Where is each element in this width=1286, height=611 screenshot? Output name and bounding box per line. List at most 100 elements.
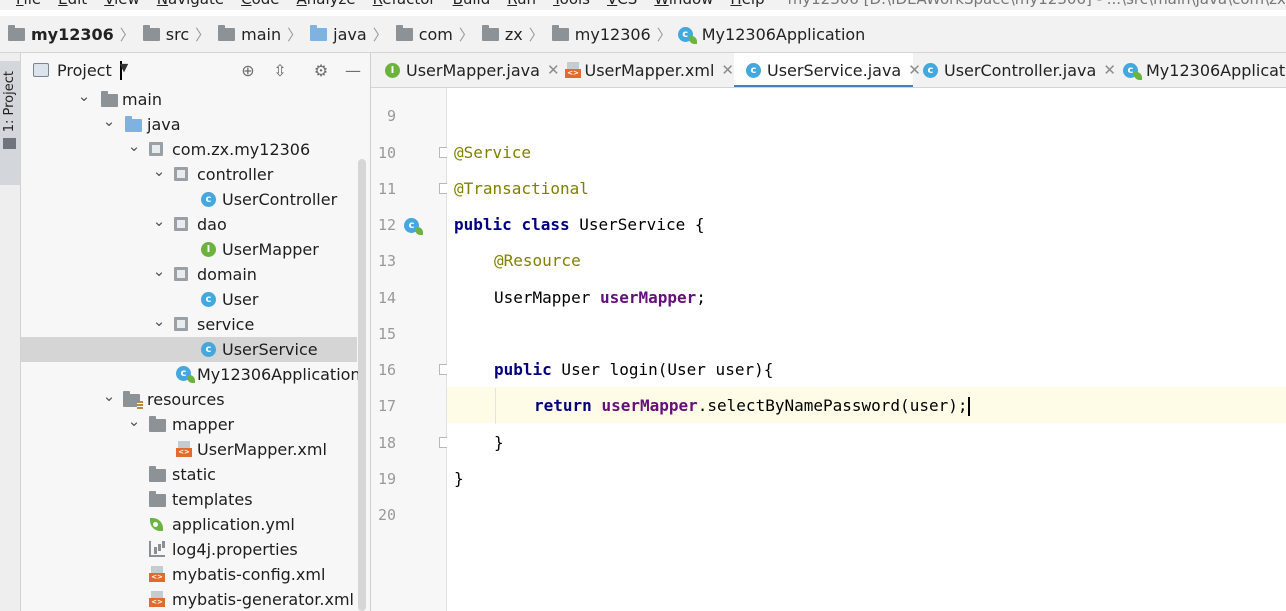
project-panel-header: Project ▼ ⊕ ⇳ ⚙ — xyxy=(21,53,370,87)
editor-tab-bar: I UserMapper.java ✕ UserMapper.xml ✕ c U… xyxy=(371,53,1286,88)
menu-navigate[interactable]: Navigate xyxy=(157,0,224,8)
menu-view[interactable]: View xyxy=(104,0,140,8)
chevron-down-icon[interactable]: ⌄ xyxy=(128,412,141,430)
tree-item-resources[interactable]: ⌄ resources xyxy=(21,387,357,412)
project-panel-title[interactable]: Project xyxy=(57,61,112,80)
text-caret xyxy=(968,397,971,416)
menu-edit[interactable]: Edit xyxy=(58,0,87,8)
chevron-down-icon[interactable]: ⌄ xyxy=(153,212,166,230)
line-number: 11 xyxy=(377,180,396,198)
menu-window[interactable]: Window xyxy=(654,0,713,8)
tab-usermapper-java[interactable]: I UserMapper.java ✕ xyxy=(371,53,560,87)
project-tool-window-label: 1: Project xyxy=(2,71,17,133)
tree-item-my12306application[interactable]: c My12306Application xyxy=(21,362,361,387)
hide-panel-icon[interactable]: — xyxy=(344,61,362,80)
menu-analyze[interactable]: Analyze xyxy=(297,0,356,8)
menu-tools[interactable]: Tools xyxy=(553,0,590,8)
code-editor[interactable]: @Service @Transactional public class Use… xyxy=(447,88,1286,611)
left-tool-stripe: 1: Project xyxy=(0,53,21,611)
tab-my12306application[interactable]: c My12306Application xyxy=(1113,53,1286,87)
tree-item-application-yml[interactable]: application.yml xyxy=(21,512,357,537)
method-call: .selectByNamePassword(user); xyxy=(697,396,968,415)
tree-item-label: mapper xyxy=(172,415,235,434)
spring-boot-class-icon: c xyxy=(677,26,697,44)
breadcrumb-separator: 〉 xyxy=(119,25,135,44)
breadcrumb-src[interactable]: src xyxy=(141,24,189,44)
chevron-down-icon[interactable]: ▼ xyxy=(119,60,128,80)
breadcrumb-java[interactable]: java xyxy=(308,24,367,44)
spring-boot-class-icon: c xyxy=(176,365,195,383)
chevron-down-icon[interactable]: ⌄ xyxy=(128,137,141,155)
xml-file-icon xyxy=(149,566,165,582)
resources-folder-icon xyxy=(123,391,143,409)
breadcrumb-zx[interactable]: zx xyxy=(480,24,523,44)
tree-item-main[interactable]: ⌄ main xyxy=(21,87,357,112)
package-icon xyxy=(551,24,569,41)
project-tree-scrollbar[interactable] xyxy=(358,159,366,611)
project-view-icon xyxy=(33,63,49,77)
tab-usermapper-xml[interactable]: UserMapper.xml ✕ xyxy=(550,53,734,87)
tree-item-user[interactable]: c User xyxy=(21,287,357,312)
tree-item-mapper[interactable]: ⌄ mapper xyxy=(21,412,357,437)
statement-end: ; xyxy=(696,288,706,307)
menu-code[interactable]: Code xyxy=(241,0,279,8)
breadcrumb-my12306-package[interactable]: my12306 xyxy=(550,24,651,44)
package-icon xyxy=(174,317,188,331)
tab-usercontroller-java[interactable]: c UserController.java ✕ xyxy=(913,53,1116,87)
tree-item-domain[interactable]: ⌄ domain xyxy=(21,262,357,287)
tree-item-service[interactable]: ⌄ service xyxy=(21,312,357,337)
breadcrumb-my12306application[interactable]: c My12306Application xyxy=(677,25,865,44)
tree-item-userservice[interactable]: c UserService xyxy=(21,337,357,362)
tree-item-usermapper-xml[interactable]: UserMapper.xml xyxy=(21,437,357,462)
tree-item-java[interactable]: ⌄ java xyxy=(21,112,357,137)
tree-item-label: application.yml xyxy=(172,515,295,534)
class-icon: c xyxy=(201,192,216,207)
chevron-down-icon[interactable]: ⌄ xyxy=(153,312,166,330)
field-name: userMapper xyxy=(599,288,697,307)
chevron-down-icon[interactable]: ⌄ xyxy=(78,87,91,105)
chevron-down-icon[interactable]: ⌄ xyxy=(103,387,116,405)
tree-item-label: domain xyxy=(197,265,257,284)
tree-item-log4j-properties[interactable]: log4j.properties xyxy=(21,537,357,562)
breadcrumb-com[interactable]: com xyxy=(394,24,453,44)
line-number: 14 xyxy=(377,289,396,307)
gear-icon[interactable]: ⚙ xyxy=(312,61,330,80)
spring-bean-gutter-icon[interactable]: c xyxy=(404,217,423,235)
folder-icon xyxy=(218,24,236,41)
menu-help[interactable]: Help xyxy=(730,0,764,8)
chevron-down-icon[interactable]: ⌄ xyxy=(153,262,166,280)
tab-userservice-java[interactable]: c UserService.java ✕ xyxy=(734,53,921,87)
folder-icon xyxy=(101,91,118,107)
close-icon[interactable]: ✕ xyxy=(721,61,734,79)
tree-item-static[interactable]: static xyxy=(21,462,357,487)
indent-guide xyxy=(495,388,496,424)
tree-item-mybatis-config-xml[interactable]: mybatis-config.xml xyxy=(21,562,357,587)
package-icon xyxy=(174,167,188,181)
tree-item-controller[interactable]: ⌄ controller xyxy=(21,162,357,187)
collapse-all-icon[interactable]: ⇳ xyxy=(271,61,289,80)
menu-build[interactable]: Build xyxy=(453,0,491,8)
tree-item-dao[interactable]: ⌄ dao xyxy=(21,212,357,237)
menu-run[interactable]: Run xyxy=(507,0,536,8)
line-number: 18 xyxy=(377,434,396,452)
tree-item-mybatis-generator-xml[interactable]: mybatis-generator.xml xyxy=(21,587,357,611)
tree-item-usermapper[interactable]: I UserMapper xyxy=(21,237,357,262)
closing-brace: } xyxy=(494,433,504,452)
tree-item-templates[interactable]: templates xyxy=(21,487,357,512)
breadcrumb-my12306[interactable]: my12306 xyxy=(6,24,114,44)
chevron-down-icon[interactable]: ⌄ xyxy=(103,112,116,130)
breadcrumb-separator: 〉 xyxy=(287,25,303,44)
tree-item-com-zx-my12306[interactable]: ⌄ com.zx.my12306 xyxy=(21,137,357,162)
chevron-down-icon[interactable]: ⌄ xyxy=(153,162,166,180)
locate-target-icon[interactable]: ⊕ xyxy=(239,61,257,80)
line-number: 9 xyxy=(386,107,396,125)
breadcrumb-main[interactable]: main xyxy=(216,24,281,44)
menu-refactor[interactable]: Refactor xyxy=(373,0,436,8)
menu-file[interactable]: File xyxy=(16,0,41,8)
project-tool-window-tab[interactable]: 1: Project xyxy=(0,61,20,185)
keyword-return: return xyxy=(534,396,592,415)
menu-vcs[interactable]: VCS xyxy=(607,0,637,8)
class-icon: c xyxy=(201,342,216,357)
xml-file-icon xyxy=(565,62,582,78)
tree-item-usercontroller[interactable]: c UserController xyxy=(21,187,357,212)
